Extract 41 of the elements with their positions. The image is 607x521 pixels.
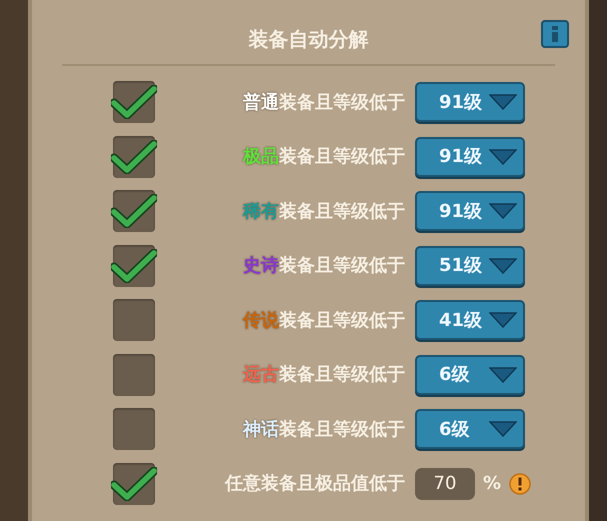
caret-icon [489,421,517,438]
checkbox[interactable] [113,408,155,450]
level-dropdown[interactable]: 91级 [415,82,525,122]
caret-icon [489,148,517,165]
rule-label: 神话装备且等级低于 [243,418,405,442]
warning-icon[interactable] [509,472,532,495]
level-dropdown[interactable]: 91级 [415,191,525,232]
checkbox[interactable] [113,462,155,505]
checkbox[interactable] [113,190,155,232]
level-dropdown[interactable]: 6级 [415,409,525,450]
rule-label: 远古装备且等级低于 [243,363,405,388]
caret-icon [489,366,517,383]
checkbox[interactable] [113,354,155,396]
checkbox[interactable] [113,299,155,342]
checkmark-icon [111,248,157,283]
level-dropdown[interactable]: 51级 [415,246,525,286]
level-dropdown[interactable]: 6级 [415,354,525,395]
level-dropdown[interactable]: 41级 [415,300,525,340]
checkmark-icon [111,85,157,120]
caret-icon [489,258,517,274]
caret-icon [489,94,517,110]
info-icon [552,26,558,42]
info-button[interactable] [541,20,569,48]
value-field[interactable]: 70 [415,468,475,500]
rule-label: 普通装备且等级低于 [243,90,405,115]
rule-label: 任意装备且极品值低于 [225,472,405,496]
checkmark-icon [111,194,157,228]
checkbox[interactable] [113,136,155,178]
checkmark-icon [111,466,157,501]
checkmark-icon [111,140,157,174]
level-dropdown[interactable]: 91级 [415,136,525,177]
caret-icon [489,203,517,220]
checkbox[interactable] [113,81,155,124]
checkbox[interactable] [113,244,155,287]
rule-label: 极品装备且等级低于 [243,145,405,170]
rule-label: 史诗装备且等级低于 [243,254,405,278]
rule-label: 传说装备且等级低于 [243,308,405,333]
percent-unit: % [483,472,502,496]
rule-label: 稀有装备且等级低于 [243,200,405,224]
caret-icon [489,312,517,328]
panel-title: 装备自动分解 [248,26,368,53]
